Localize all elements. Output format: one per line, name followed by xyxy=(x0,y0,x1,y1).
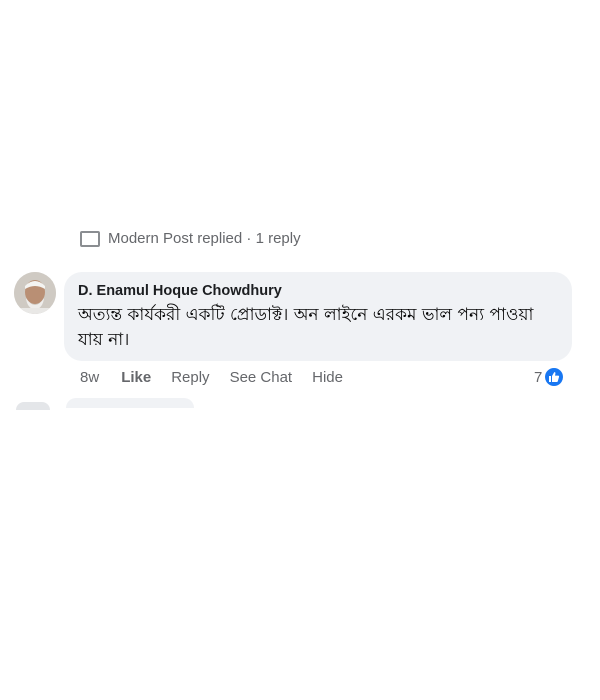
comment-bubble: D. Enamul Hoque Chowdhury অত্যন্ত কার্যক… xyxy=(64,272,572,361)
comment-actions: 8w Like Reply See Chat Hide xyxy=(80,366,363,388)
hide-button[interactable]: Hide xyxy=(312,369,343,386)
reply-thread-icon xyxy=(80,230,100,247)
previous-comment-row: Modern Post replied · 1 reply xyxy=(80,226,400,248)
like-button[interactable]: Like xyxy=(121,369,151,386)
next-comment-avatar xyxy=(16,402,50,410)
comment-thread: Modern Post replied · 1 reply D. Enamul … xyxy=(0,0,600,700)
next-comment-bubble xyxy=(66,398,194,408)
avatar[interactable] xyxy=(14,272,56,314)
previous-comment-text[interactable]: Modern Post replied · 1 reply xyxy=(108,230,301,247)
thumbs-up-icon xyxy=(543,366,566,388)
see-chat-button[interactable]: See Chat xyxy=(230,369,293,386)
reply-button[interactable]: Reply xyxy=(171,369,209,386)
comment-text: অত্যন্ত কার্যকরী একটি প্রোডাক্ট। অন লাইন… xyxy=(78,305,534,350)
reaction-count: 7 xyxy=(534,368,543,386)
comment-author[interactable]: D. Enamul Hoque Chowdhury xyxy=(78,281,558,301)
comment-timestamp[interactable]: 8w xyxy=(80,369,99,386)
reaction-summary[interactable]: 7 xyxy=(534,366,566,388)
avatar-image xyxy=(14,272,56,314)
